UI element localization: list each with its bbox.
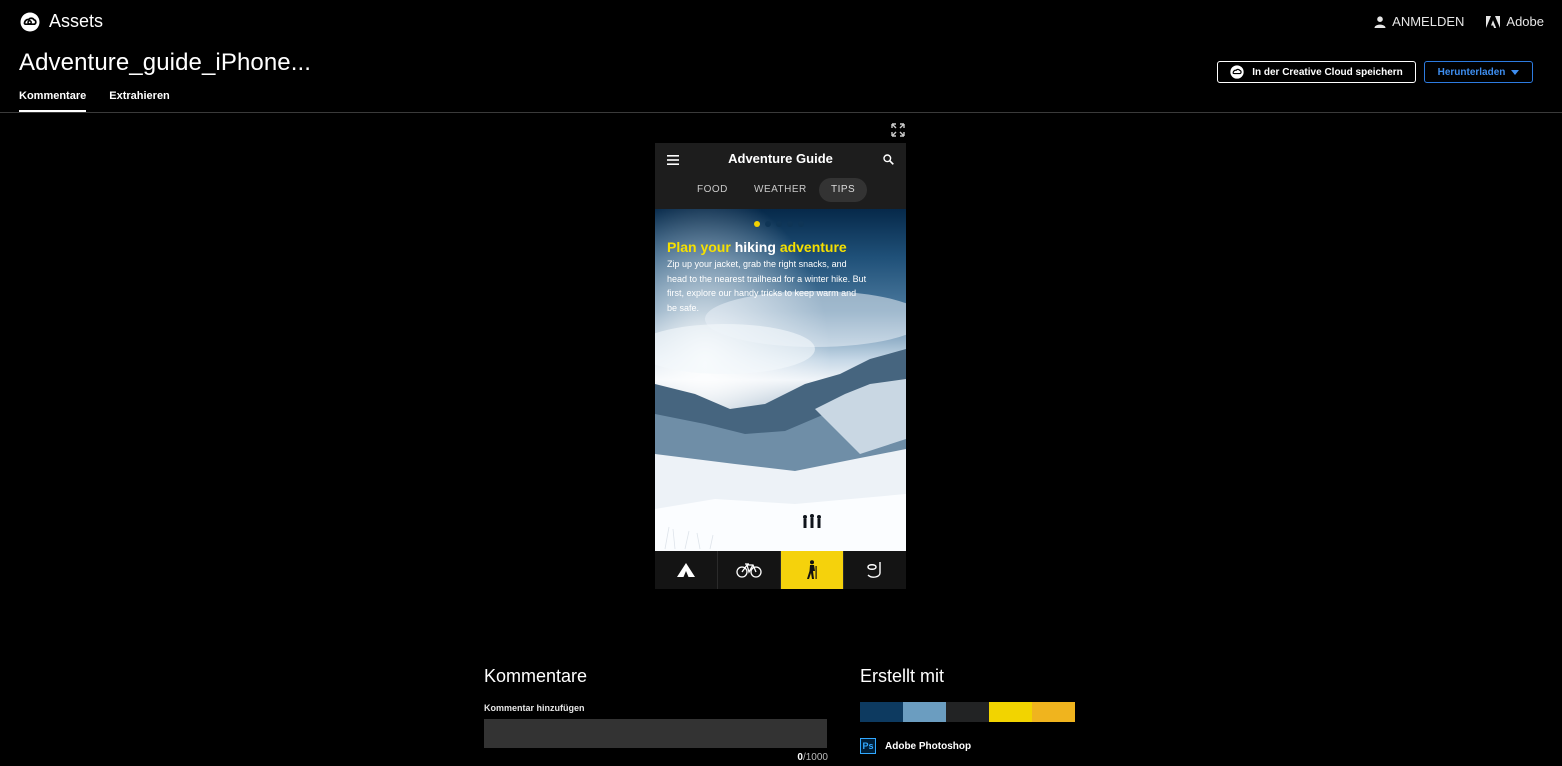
save-to-creative-cloud-label: In der Creative Cloud speichern [1252,66,1403,78]
nav-hiking[interactable] [781,551,844,589]
artboard-preview[interactable]: Adventure Guide FOOD WEATHER TIPS Plan y… [655,143,906,589]
tab-bar: Kommentare Extrahieren [19,90,170,112]
color-swatches [860,702,1075,722]
carousel-dot[interactable] [787,221,793,227]
phone-header: Adventure Guide [655,143,906,176]
top-right-links: ANMELDEN Adobe [1374,14,1544,29]
phone-tab-food: FOOD [697,184,728,195]
phone-app-title: Adventure Guide [728,151,833,166]
app-name: Adobe Photoshop [885,740,972,752]
hero-heading-part3: adventure [779,239,847,255]
adobe-label: Adobe [1506,14,1544,29]
phone-tab-weather: WEATHER [754,184,807,195]
hero-body-text: Zip up your jacket, grab the right snack… [667,259,867,313]
color-swatch[interactable] [860,702,903,722]
brand[interactable]: Assets [20,11,103,32]
download-label: Herunterladen [1437,66,1506,78]
signin-link[interactable]: ANMELDEN [1374,14,1464,29]
signin-label: ANMELDEN [1392,14,1465,29]
carousel-dot[interactable] [798,221,804,227]
comment-input[interactable] [484,719,827,748]
tab-kommentare[interactable]: Kommentare [19,90,87,112]
tab-extrahieren[interactable]: Extrahieren [109,90,170,112]
bicycle-icon [736,563,762,578]
carousel-dot[interactable] [754,221,760,227]
photoshop-icon: Ps [860,738,876,754]
adobe-link[interactable]: Adobe [1486,14,1544,29]
color-swatch[interactable] [989,702,1032,722]
save-to-creative-cloud-button[interactable]: In der Creative Cloud speichern [1217,61,1416,83]
phone-bottom-nav [655,551,906,589]
hero-heading: Plan your hiking adventure [667,239,847,255]
creative-cloud-icon [1230,65,1244,79]
snorkel-icon [867,562,881,578]
comment-count-max: /1000 [802,752,828,763]
user-icon [1374,15,1386,28]
creative-cloud-logo-icon [20,12,40,31]
color-swatch[interactable] [946,702,989,722]
document-title: Adventure_guide_iPhone... [19,49,312,76]
hero-image: Plan your hiking adventure Zip up your j… [655,209,906,551]
comment-char-counter: 0/1000 [776,752,828,763]
color-swatch[interactable] [1032,702,1075,722]
adobe-logo-icon [1486,15,1501,28]
color-swatch[interactable] [903,702,946,722]
nav-snorkeling[interactable] [844,551,906,589]
chevron-down-icon [1511,69,1520,75]
carousel-dot[interactable] [776,221,782,227]
carousel-dots [754,221,804,227]
fullscreen-expand-icon[interactable] [891,123,905,137]
tent-icon [677,563,695,577]
phone-tab-tips: TIPS [819,178,868,202]
hiker-icon [807,560,817,579]
created-with-app: Ps Adobe Photoshop [860,738,971,754]
top-bar: Assets ANMELDEN Adobe [0,0,1562,44]
download-button[interactable]: Herunterladen [1424,61,1533,83]
created-with-heading: Erstellt mit [860,666,945,686]
carousel-dot[interactable] [765,221,771,227]
nav-biking[interactable] [718,551,781,589]
header-divider [0,112,1562,113]
app-title: Assets [49,11,104,31]
phone-tabs: FOOD WEATHER TIPS [655,178,906,202]
hero-heading-part1: Plan your [667,239,731,255]
nav-camping[interactable] [655,551,718,589]
add-comment-label: Kommentar hinzufügen [484,703,585,713]
search-icon [883,154,894,165]
comments-heading: Kommentare [484,666,588,686]
hero-heading-part2: hiking [734,239,776,255]
